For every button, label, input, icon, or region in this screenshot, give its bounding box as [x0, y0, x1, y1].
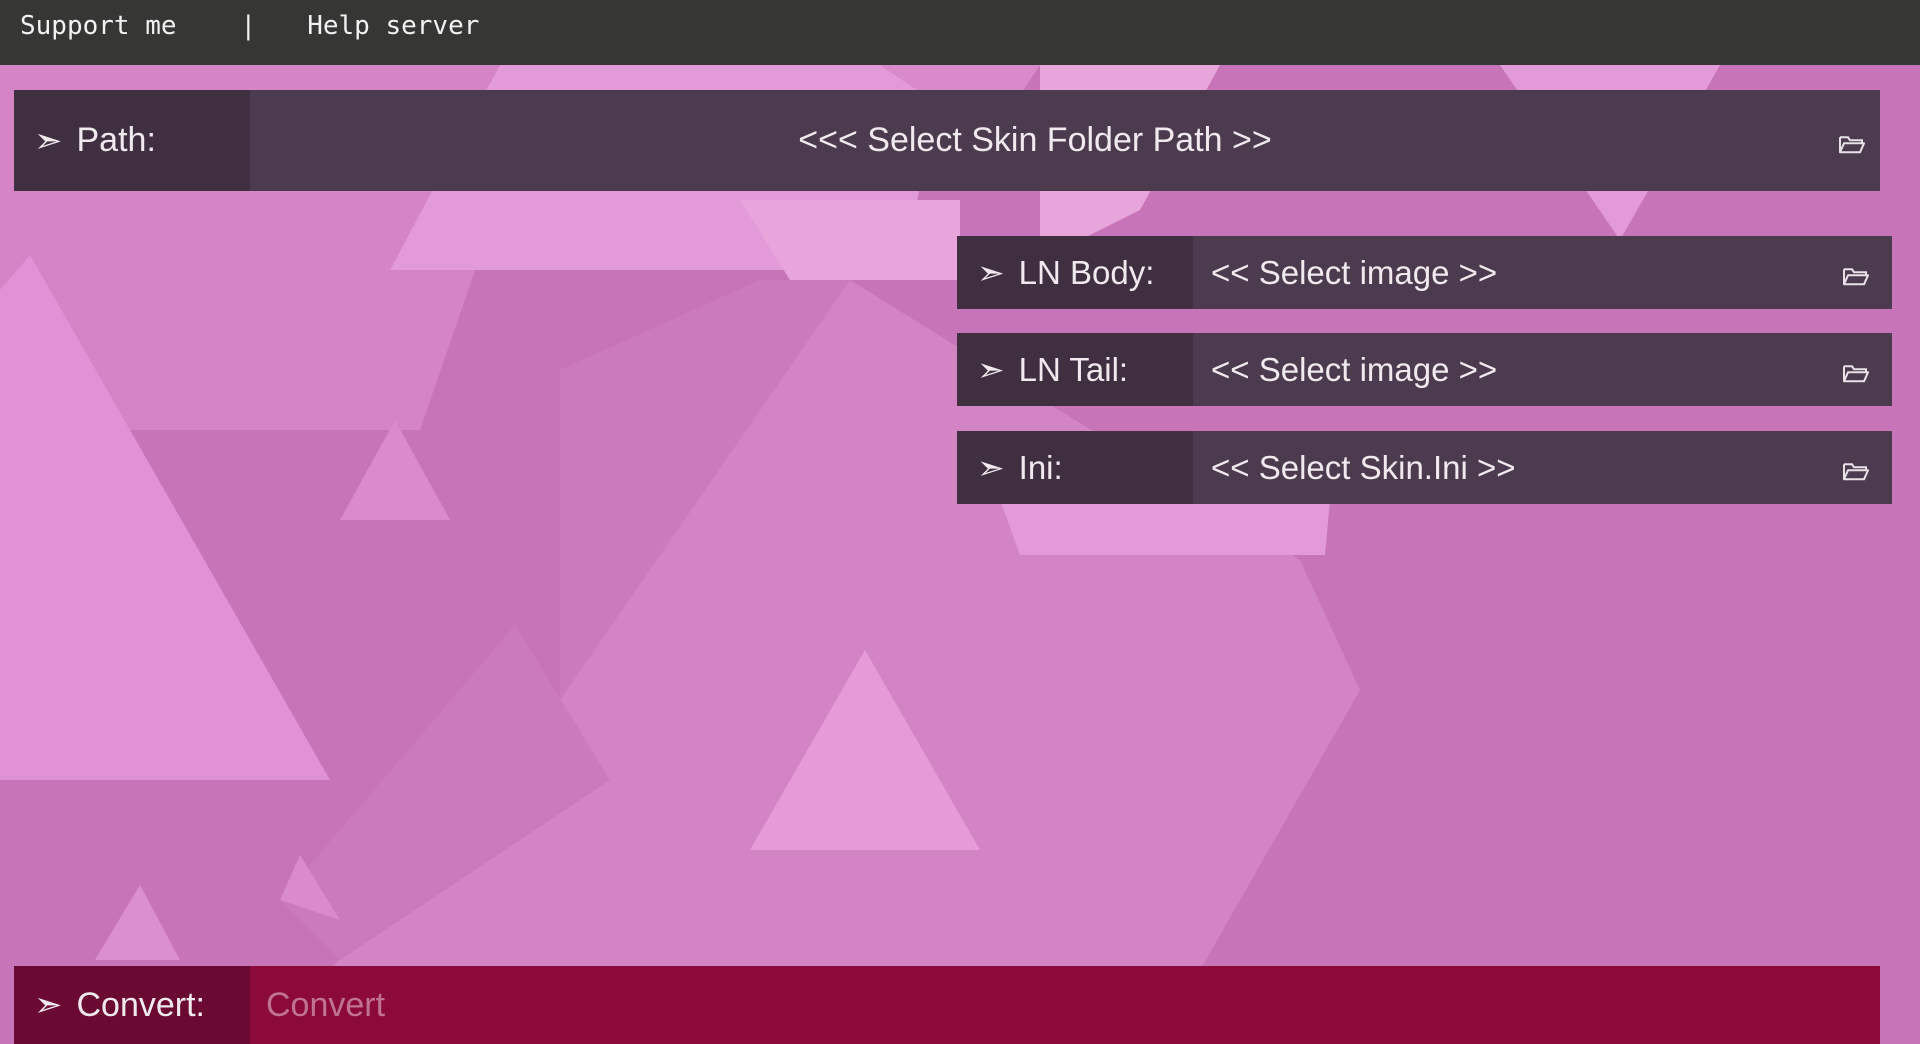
ini-value: << Select Skin.Ini >> — [1211, 448, 1516, 486]
path-label-text: Path: — [76, 121, 156, 159]
ln-tail-value: << Select image >> — [1211, 350, 1498, 388]
help-server-link[interactable]: Help server — [307, 13, 479, 39]
ln-body-label: ➣ LN Body: — [957, 236, 1193, 309]
skin-folder-path-value: <<< Select Skin Folder Path >> — [798, 121, 1272, 159]
app-window: Support me | Help server ➣ Path: <<< Sel… — [0, 0, 1920, 1044]
topbar-separator: | — [240, 11, 257, 41]
arrow-icon: ➣ — [34, 121, 63, 160]
ln-tail-row: ➣ LN Tail: << Select image >> — [957, 333, 1892, 406]
arrow-icon: ➣ — [977, 254, 1005, 291]
ini-row: ➣ Ini: << Select Skin.Ini >> — [957, 431, 1892, 504]
convert-input[interactable] — [266, 985, 1880, 1025]
folder-open-icon[interactable] — [1838, 133, 1866, 155]
ln-body-image-selector[interactable]: << Select image >> — [1193, 236, 1892, 309]
folder-open-icon[interactable] — [1842, 362, 1870, 384]
convert-row: ➣ Convert: — [14, 966, 1880, 1044]
skin-folder-path-selector[interactable]: <<< Select Skin Folder Path >> — [250, 90, 1880, 191]
ln-tail-label: ➣ LN Tail: — [957, 333, 1193, 406]
ini-label: ➣ Ini: — [957, 431, 1193, 504]
support-me-link[interactable]: Support me — [20, 13, 177, 39]
arrow-icon: ➣ — [977, 351, 1005, 388]
ini-label-text: Ini: — [1018, 448, 1063, 486]
ln-tail-image-selector[interactable]: << Select image >> — [1193, 333, 1892, 406]
path-row: ➣ Path: <<< Select Skin Folder Path >> — [14, 90, 1880, 191]
ln-body-label-text: LN Body: — [1018, 253, 1155, 291]
ln-body-row: ➣ LN Body: << Select image >> — [957, 236, 1892, 309]
path-label: ➣ Path: — [14, 90, 250, 191]
top-bar: Support me | Help server — [0, 0, 1920, 65]
convert-label: ➣ Convert: — [14, 966, 250, 1044]
arrow-icon: ➣ — [34, 986, 63, 1024]
folder-open-icon[interactable] — [1842, 265, 1870, 287]
folder-open-icon[interactable] — [1842, 460, 1870, 482]
ln-tail-label-text: LN Tail: — [1018, 350, 1129, 388]
arrow-icon: ➣ — [977, 449, 1005, 486]
skin-ini-selector[interactable]: << Select Skin.Ini >> — [1193, 431, 1892, 504]
convert-label-text: Convert: — [76, 985, 206, 1024]
ln-body-value: << Select image >> — [1211, 253, 1498, 291]
convert-field[interactable] — [250, 966, 1880, 1044]
